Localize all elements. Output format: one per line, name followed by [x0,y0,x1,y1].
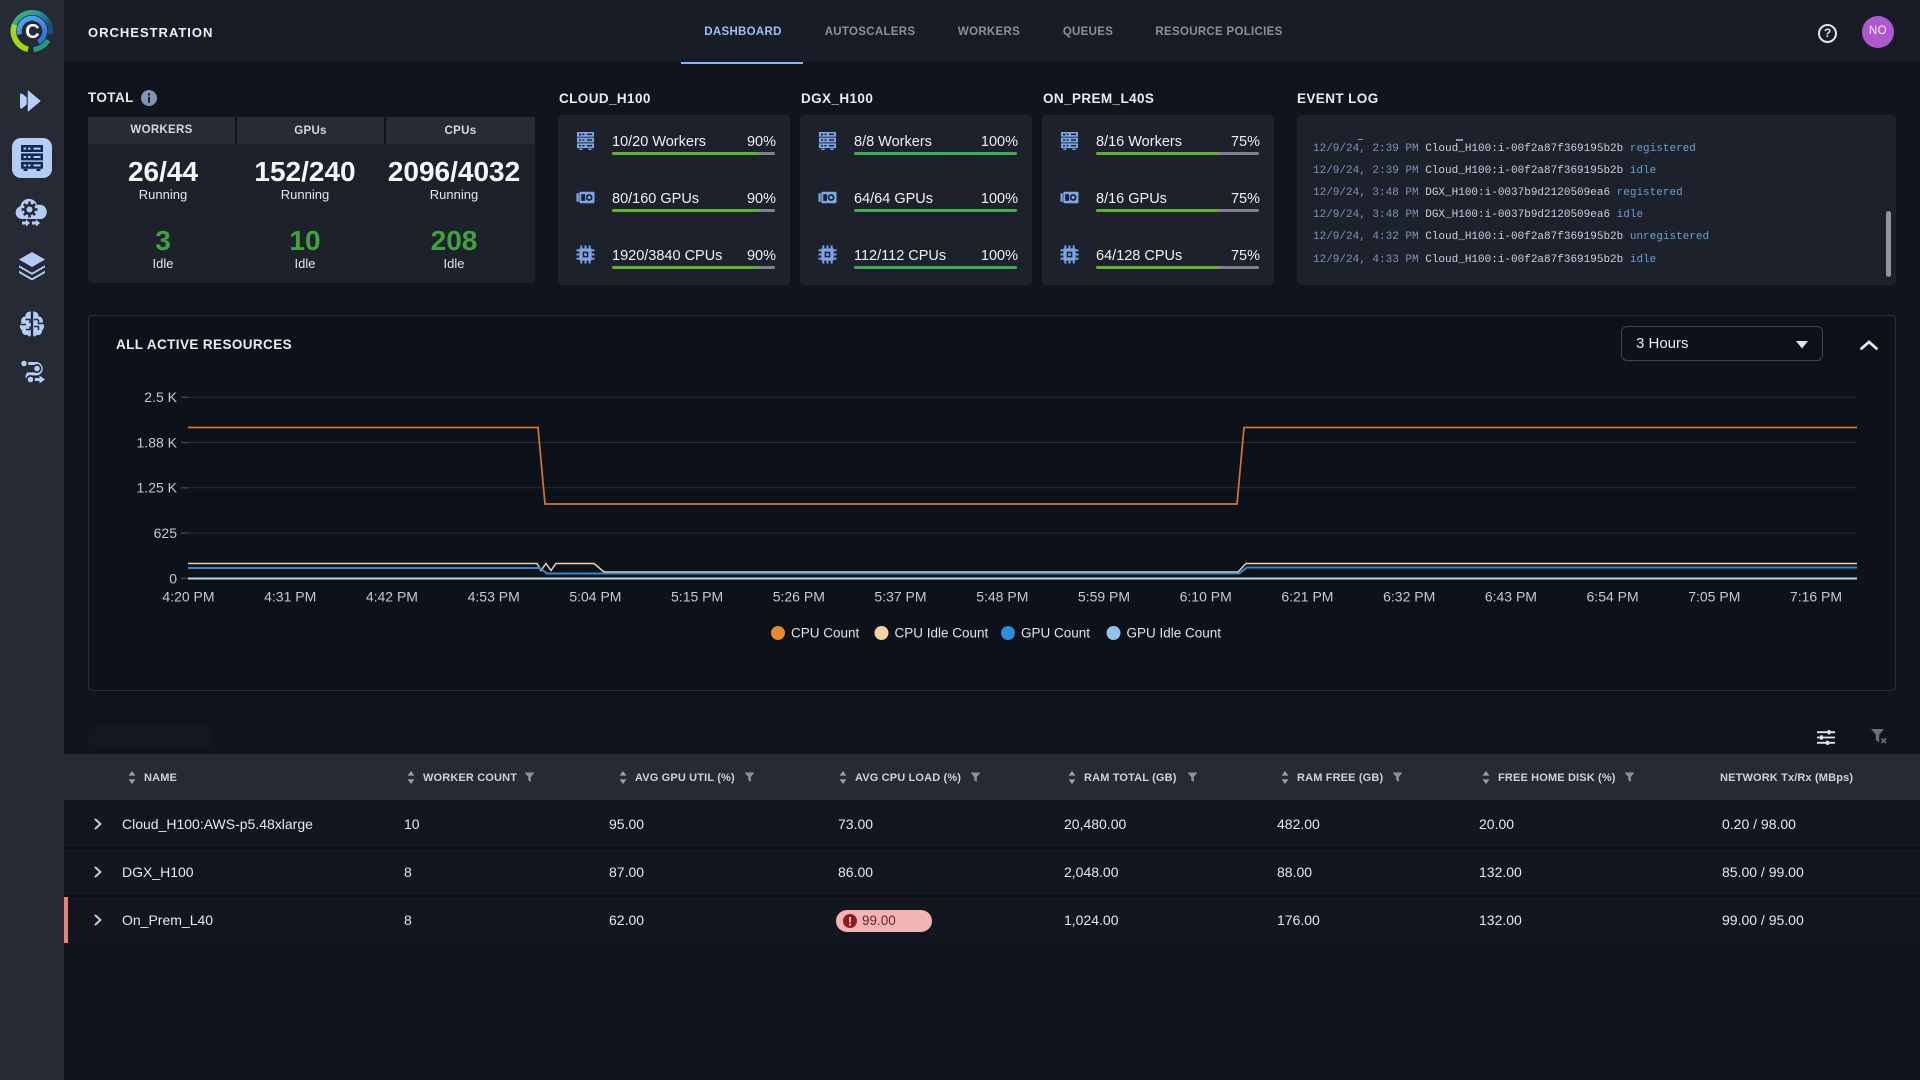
svg-text:5:26 PM: 5:26 PM [773,589,825,605]
svg-text:6:43 PM: 6:43 PM [1485,589,1537,605]
svg-text:0: 0 [169,570,177,586]
svg-text:GPU Count: GPU Count [1021,626,1090,641]
svg-text:1.25 K: 1.25 K [137,480,178,496]
svg-text:GPU Idle Count: GPU Idle Count [1127,626,1222,641]
svg-text:4:31 PM: 4:31 PM [264,589,316,605]
svg-text:6:21 PM: 6:21 PM [1281,589,1333,605]
svg-text:1.88 K: 1.88 K [137,434,178,450]
svg-text:CPU Idle Count: CPU Idle Count [895,626,989,641]
svg-text:4:53 PM: 4:53 PM [468,589,520,605]
svg-text:625: 625 [154,525,178,541]
svg-text:7:16 PM: 7:16 PM [1790,589,1842,605]
svg-text:5:37 PM: 5:37 PM [874,589,926,605]
svg-text:4:20 PM: 4:20 PM [162,589,214,605]
svg-text:7:05 PM: 7:05 PM [1688,589,1740,605]
svg-text:5:15 PM: 5:15 PM [671,589,723,605]
svg-text:6:10 PM: 6:10 PM [1180,589,1232,605]
svg-text:2.5 K: 2.5 K [144,389,177,405]
svg-text:6:32 PM: 6:32 PM [1383,589,1435,605]
svg-text:C: C [25,21,39,43]
svg-text:6:54 PM: 6:54 PM [1587,589,1639,605]
svg-text:5:48 PM: 5:48 PM [976,589,1028,605]
svg-text:5:04 PM: 5:04 PM [569,589,621,605]
svg-text:5:59 PM: 5:59 PM [1078,589,1130,605]
svg-text:CPU Count: CPU Count [791,626,860,641]
svg-text:4:42 PM: 4:42 PM [366,589,418,605]
